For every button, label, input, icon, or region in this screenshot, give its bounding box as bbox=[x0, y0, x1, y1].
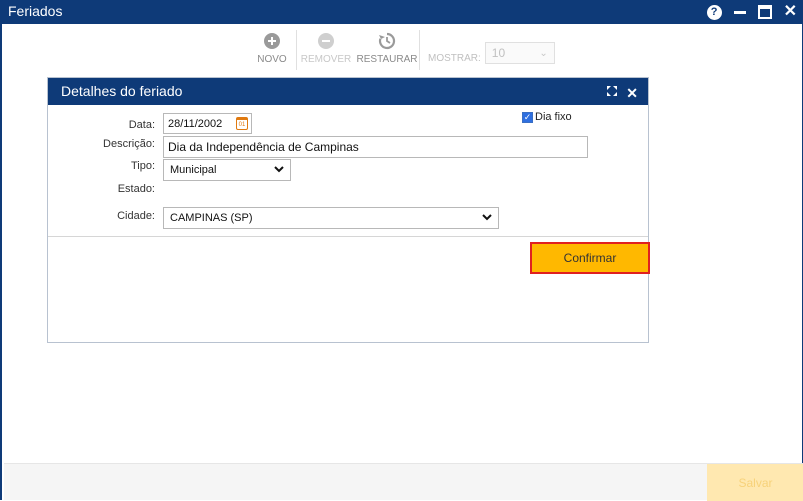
data-value: 28/11/2002 bbox=[168, 117, 223, 130]
dialog-title: Detalhes do feriado bbox=[61, 83, 183, 99]
minus-circle-icon bbox=[317, 32, 335, 50]
data-label: Data: bbox=[128, 119, 155, 131]
restore-icon bbox=[378, 32, 396, 50]
restaurar-label: RESTAURAR bbox=[356, 54, 418, 65]
toolbar: NOVO REMOVER RESTAURAR MOSTRAR: 10 ⌄ bbox=[248, 30, 555, 70]
descricao-label: Descrição: bbox=[103, 138, 155, 150]
window-title: Feriados bbox=[8, 3, 63, 19]
mostrar-value: 10 bbox=[491, 46, 506, 60]
descricao-field[interactable]: Dia da Independência de Campinas bbox=[163, 136, 588, 158]
cidade-label: Cidade: bbox=[117, 210, 155, 222]
remover-button[interactable]: REMOVER bbox=[297, 30, 355, 65]
close-icon[interactable]: ✕ bbox=[784, 4, 797, 20]
cidade-select[interactable]: CAMPINAS (SP) bbox=[163, 207, 499, 229]
plus-circle-icon bbox=[263, 32, 281, 50]
holiday-details-dialog: Detalhes do feriado ✕ Data: 28/11/2002 0… bbox=[47, 77, 650, 343]
confirmar-button[interactable]: Confirmar bbox=[530, 242, 650, 274]
maximize-icon[interactable] bbox=[757, 5, 772, 19]
tipo-label: Tipo: bbox=[130, 160, 155, 172]
expand-icon[interactable] bbox=[606, 85, 618, 100]
title-bar: Feriados ? ✕ bbox=[2, 0, 803, 24]
dialog-close-icon[interactable]: ✕ bbox=[626, 86, 638, 100]
tipo-select[interactable]: Municipal bbox=[163, 159, 291, 181]
salvar-button[interactable]: Salvar bbox=[707, 464, 803, 501]
tipo-value: Municipal bbox=[170, 164, 217, 176]
dialog-header-icons: ✕ bbox=[606, 85, 638, 100]
mostrar-select[interactable]: 10 ⌄ bbox=[484, 42, 555, 64]
mostrar-label: MOSTRAR: bbox=[428, 52, 481, 64]
restaurar-button[interactable]: RESTAURAR bbox=[355, 30, 419, 65]
help-icon[interactable]: ? bbox=[706, 4, 722, 20]
estado-label: Estado: bbox=[117, 183, 155, 195]
minimize-icon[interactable] bbox=[734, 3, 746, 21]
chevron-down-icon bbox=[482, 213, 492, 224]
data-field[interactable]: 28/11/2002 01 bbox=[163, 113, 252, 134]
dia-fixo-checkbox[interactable]: ✓ Dia fixo bbox=[522, 111, 572, 123]
holiday-form: Data: 28/11/2002 01 Descrição: Dia da In… bbox=[48, 105, 648, 237]
cidade-value: CAMPINAS (SP) bbox=[170, 212, 253, 224]
remover-label: REMOVER bbox=[300, 54, 352, 65]
footer-bar: Salvar bbox=[4, 463, 803, 501]
chevron-down-icon: ⌄ bbox=[539, 47, 548, 59]
calendar-day: 01 bbox=[238, 121, 246, 128]
dia-fixo-label: Dia fixo bbox=[535, 111, 572, 123]
checkbox-checked-icon: ✓ bbox=[522, 111, 533, 123]
feriados-window: Feriados ? ✕ NOVO REMOVER RESTAURAR MOST… bbox=[0, 0, 803, 501]
descricao-value: Dia da Independência de Campinas bbox=[168, 140, 359, 154]
novo-button[interactable]: NOVO bbox=[248, 30, 296, 65]
mostrar-control: MOSTRAR: 10 ⌄ bbox=[428, 42, 555, 64]
calendar-icon[interactable]: 01 bbox=[236, 117, 248, 130]
toolbar-divider bbox=[419, 30, 420, 70]
novo-label: NOVO bbox=[257, 54, 287, 65]
dialog-header: Detalhes do feriado ✕ bbox=[48, 78, 648, 105]
window-controls: ? ✕ bbox=[706, 3, 797, 21]
chevron-down-icon bbox=[274, 165, 284, 176]
